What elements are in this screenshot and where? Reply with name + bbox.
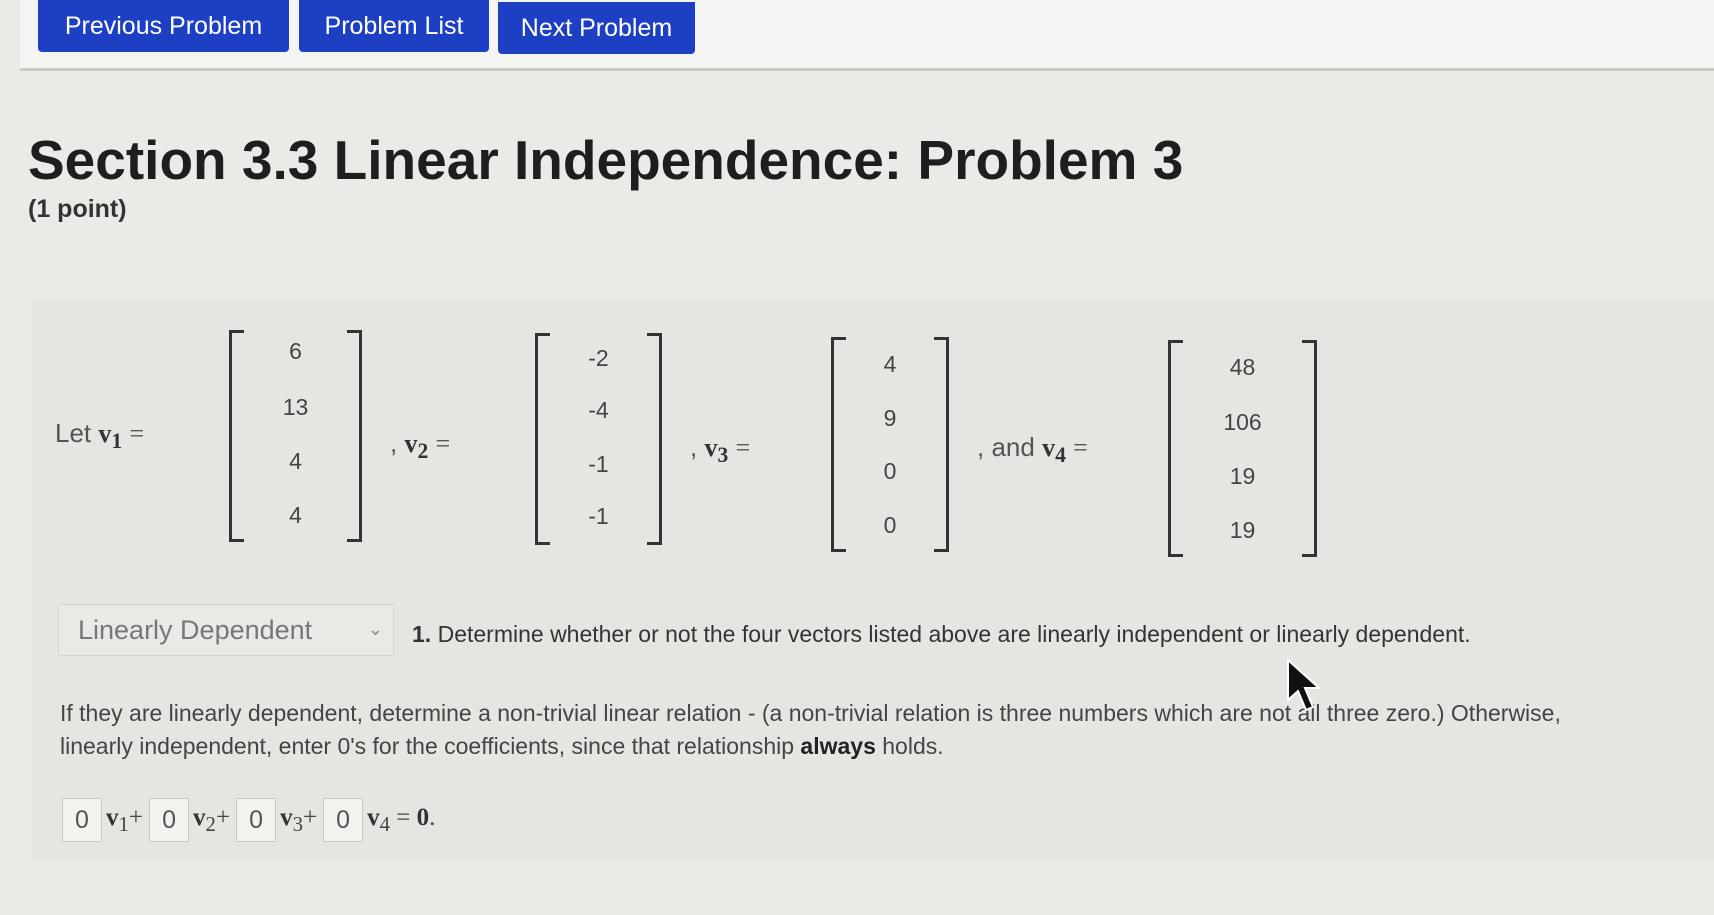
- v3-entry: 0: [883, 512, 897, 538]
- v4-entry: 19: [1229, 463, 1256, 489]
- v1-entry: 4: [289, 502, 302, 528]
- problem-points: (1 point): [28, 195, 127, 223]
- v3-entry: 0: [883, 458, 897, 484]
- v3-entry: 4: [883, 351, 897, 377]
- vector-v1-matrix: 6 13 4 4: [229, 330, 362, 542]
- coefficient-v1-input[interactable]: [62, 798, 102, 842]
- v2-entry: -1: [588, 503, 609, 529]
- vector-v3-matrix: 4 9 0 0: [831, 337, 949, 552]
- question-1-text: 1. Determine whether or not the four vec…: [412, 621, 1471, 647]
- v1-entry: 13: [282, 394, 309, 420]
- vector-v4-label: , and v4 =: [977, 432, 1088, 468]
- v3-entry: 9: [883, 405, 897, 431]
- v1-entry: 4: [289, 448, 302, 474]
- term-v3: v3+: [280, 803, 318, 836]
- vector-v2-matrix: -2 -4 -1 -1: [535, 333, 662, 545]
- vector-v4-matrix: 48 106 19 19: [1168, 340, 1317, 557]
- term-v1: v1+: [106, 803, 144, 836]
- v2-entry: -2: [588, 345, 609, 371]
- v2-entry: -4: [588, 397, 609, 423]
- vector-v3-label: , v3 =: [690, 432, 751, 468]
- page-title: Section 3.3 Linear Independence: Problem…: [28, 129, 1184, 191]
- dependence-select[interactable]: Linearly Dependent ⌄: [58, 604, 394, 656]
- v4-entry: 48: [1229, 354, 1256, 380]
- v1-entry: 6: [289, 338, 302, 364]
- instructions: If they are linearly dependent, determin…: [60, 697, 1714, 763]
- vector-v1-label: Let v1 =: [55, 418, 145, 454]
- v4-entry: 19: [1229, 517, 1256, 543]
- chevron-down-icon: ⌄: [367, 619, 383, 639]
- mouse-cursor-icon: [1287, 658, 1322, 712]
- v4-entry: 106: [1223, 409, 1262, 435]
- dependence-select-value: Linearly Dependent: [78, 615, 313, 645]
- term-v2: v2+: [193, 803, 231, 836]
- problem-list-button[interactable]: Problem List: [299, 0, 489, 52]
- vector-v2-label: , v2 =: [390, 428, 451, 464]
- coefficient-v4-input[interactable]: [323, 798, 364, 842]
- previous-problem-button[interactable]: Previous Problem: [38, 0, 289, 52]
- next-problem-button[interactable]: Next Problem: [498, 2, 695, 54]
- instructions-line-1: If they are linearly dependent, determin…: [60, 700, 1561, 726]
- coefficient-v2-input[interactable]: [149, 798, 190, 842]
- term-v4: v4 = 0.: [367, 803, 436, 836]
- linear-relation-equation: v1+ v2+ v3+ v4 = 0.: [62, 796, 441, 844]
- instructions-line-2: linearly independent, enter 0's for the …: [60, 733, 944, 759]
- v2-entry: -1: [588, 451, 609, 477]
- coefficient-v3-input[interactable]: [236, 798, 277, 842]
